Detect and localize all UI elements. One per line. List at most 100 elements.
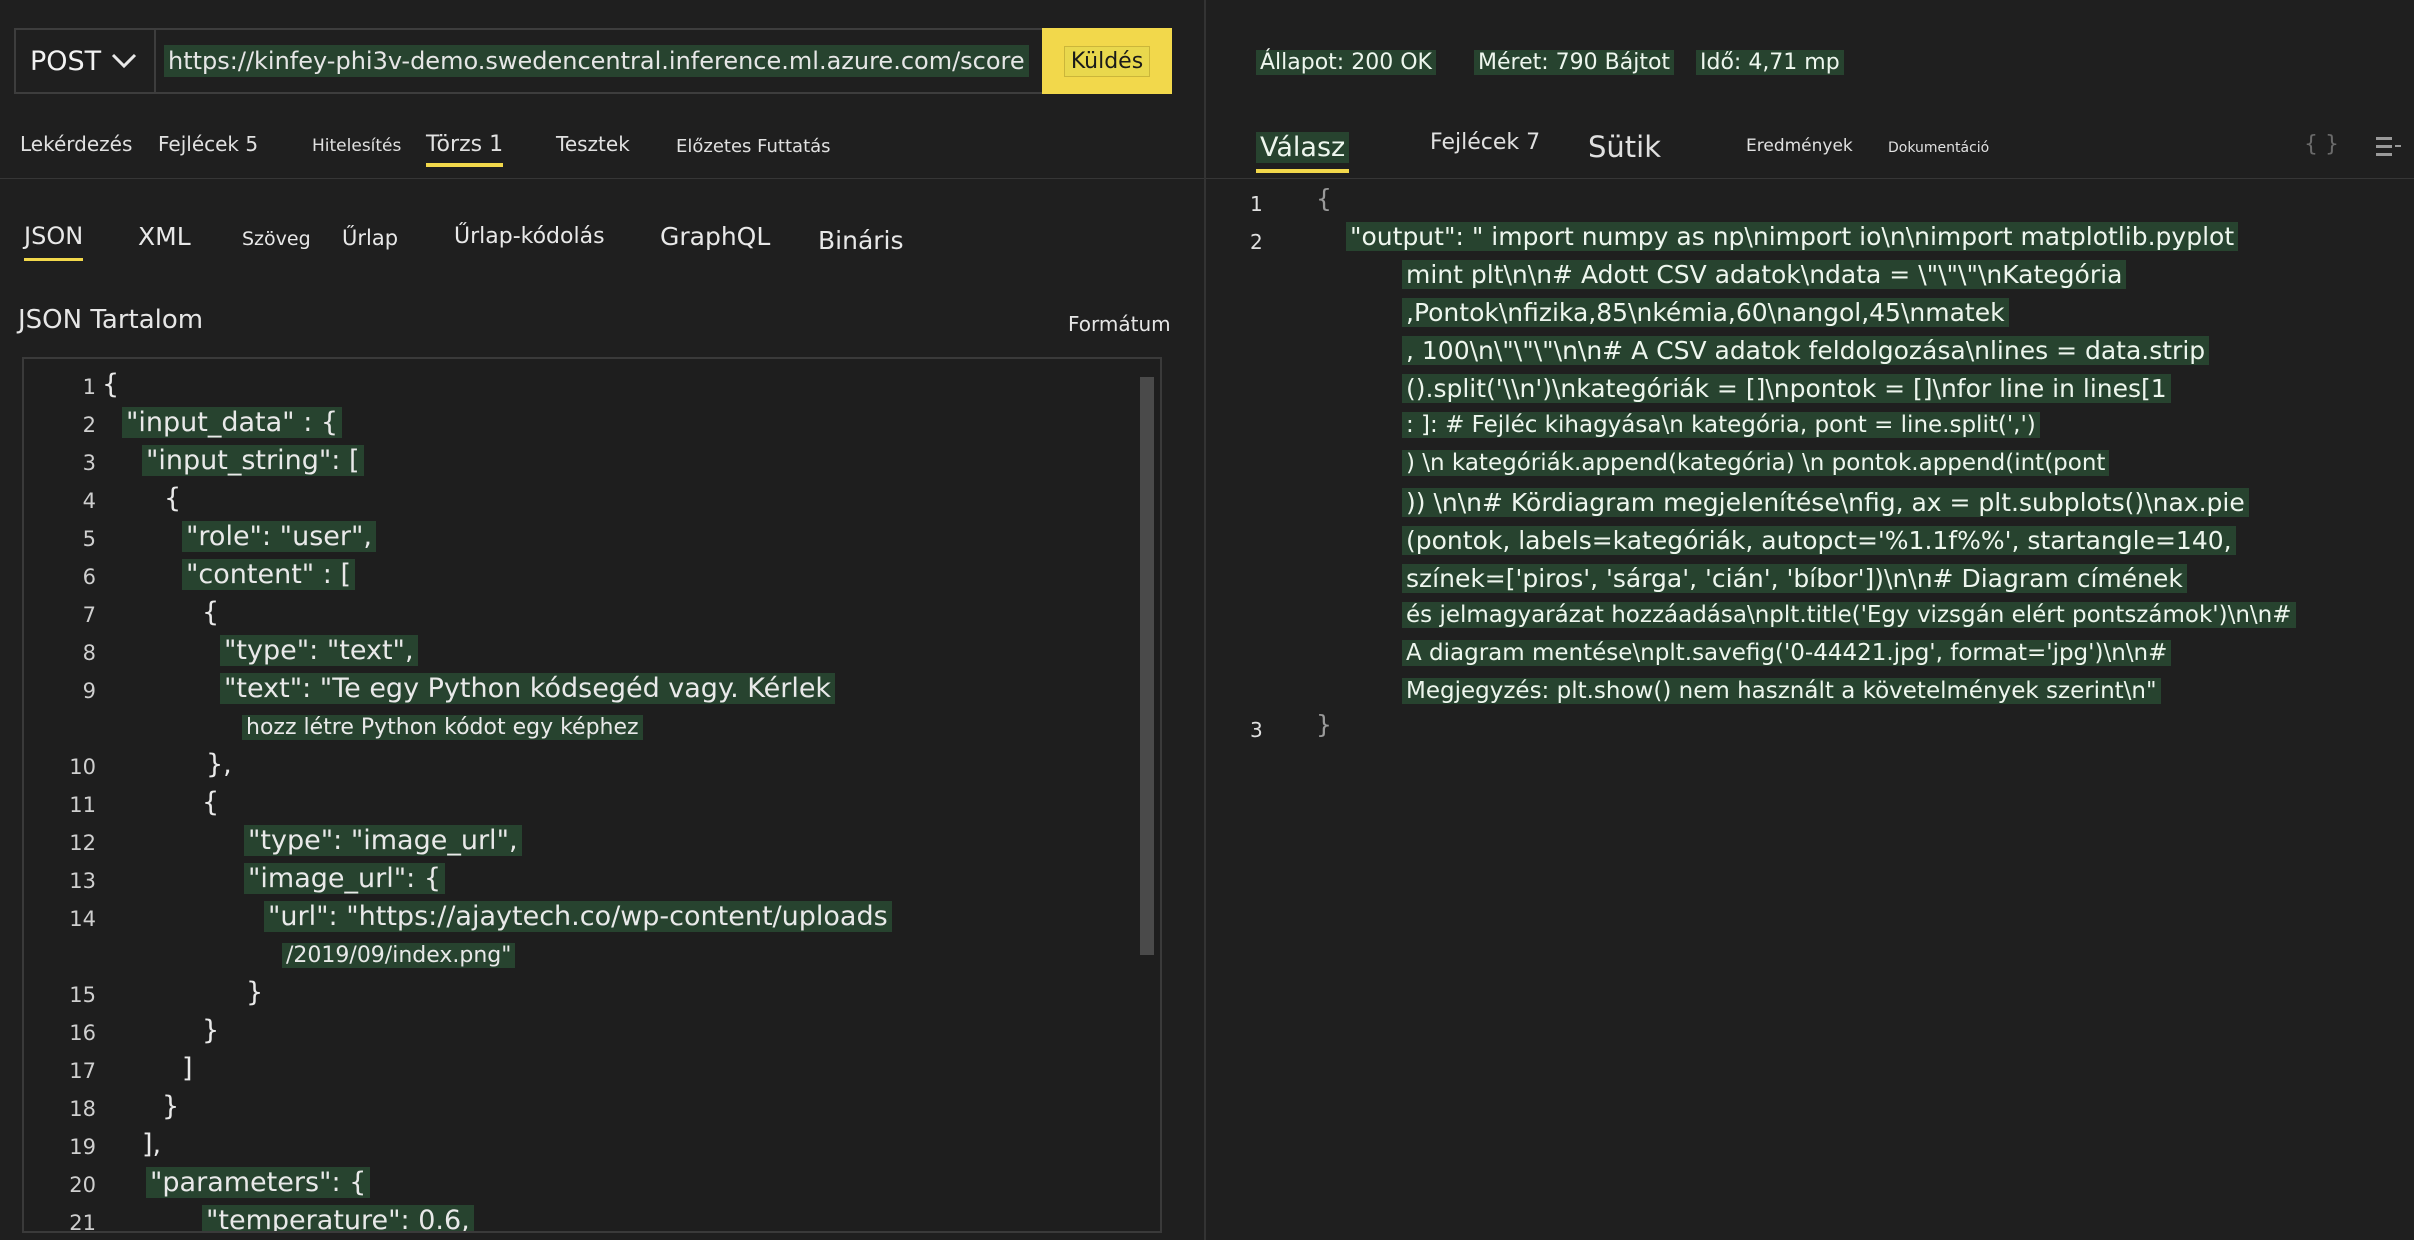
tab-response-headers[interactable]: Fejlécek 7 [1430,130,1540,155]
code-text: "image_url": { [244,863,446,894]
line-number: 21 [69,1211,96,1233]
url-text: https://kinfey-phi3v-demo.swedencentral.… [164,45,1029,77]
bodytype-text[interactable]: Szöveg [242,228,311,250]
tab-auth[interactable]: Hitelesítés [312,136,401,156]
code-line: 18} [24,1091,1144,1129]
code-line: 17] [24,1053,1144,1091]
request-body-editor[interactable]: 1{2 "input_data" : {3 "input_string": [4{5… [22,357,1162,1233]
code-text: "type": "image_url", [244,825,522,856]
tab-prerequest[interactable]: Előzetes Futtatás [676,136,831,157]
code-line: 5 "role": "user", [24,521,1144,559]
tab-response[interactable]: Válasz [1256,132,1350,173]
code-line: 1{ [24,369,1144,407]
code-line: 3 "input_string": [ [24,445,1144,483]
braces-icon[interactable]: { } [2304,132,2339,157]
code-line: 10}, [24,749,1144,787]
response-code-text: színek=['piros', 'sárga', 'cián', 'bíbor… [1402,564,2187,593]
code-line: 12 "type": "image_url", [24,825,1144,863]
response-code-text: } [1316,710,1332,739]
code-text: { [164,483,182,514]
method-label: POST [30,45,102,77]
status-text: Állapot: 200 OK [1256,50,1436,75]
line-number: 11 [69,793,96,817]
line-number: 8 [82,641,96,665]
line-number: 20 [69,1173,96,1197]
code-text: ], [142,1129,162,1160]
code-text: }, [206,749,232,780]
time-text: Idő: 4,71 mp [1696,50,1844,75]
line-number: 10 [69,755,96,779]
bodytype-form[interactable]: Űrlap [342,226,398,250]
code-text: "input_string": [ [142,445,364,476]
code-text: } [246,977,264,1008]
line-number: 13 [69,869,96,893]
code-line: /2019/09/index.png" [24,939,1144,977]
line-number: 3 [82,451,96,475]
line-number: 3 [1250,718,1263,742]
line-number: 2 [82,413,96,437]
bodytype-urlencoded[interactable]: Űrlap-kódolás [454,224,605,249]
code-text: { [102,369,120,400]
method-select[interactable]: POST [14,28,154,94]
line-number: 1 [1250,192,1263,216]
code-line: 21 "temperature": 0.6, [24,1205,1144,1233]
response-code-text: Megjegyzés: plt.show() nem használt a kö… [1402,678,2161,704]
code-text: "input_data" : { [122,407,343,438]
code-line: 6 "content" : [ [24,559,1144,597]
code-text: /2019/09/index.png" [282,943,516,968]
response-code-text: és jelmagyarázat hozzáadása\nplt.title('… [1402,602,2296,628]
code-line: 13 "image_url": { [24,863,1144,901]
tab-cookies[interactable]: Sütik [1588,130,1661,164]
bodytype-graphql[interactable]: GraphQL [660,222,770,251]
line-number: 16 [69,1021,96,1045]
tab-results[interactable]: Eredmények [1746,136,1853,156]
tab-headers[interactable]: Fejlécek 5 [158,132,258,156]
code-line: 20 "parameters": { [24,1167,1144,1205]
line-number: 9 [82,679,96,703]
response-code-text: ) \n kategóriák.append(kategória) \n pon… [1402,450,2110,476]
code-text: "temperature": 0.6, [202,1205,474,1231]
bodytype-json[interactable]: JSON [24,222,84,261]
line-number: 5 [82,527,96,551]
response-code-text: )) \n\n# Kördiagram megjelenítése\nfig, … [1402,488,2249,517]
send-button[interactable]: Küldés [1042,28,1172,94]
line-number: 6 [82,565,96,589]
line-number: 17 [69,1059,96,1083]
menu-icon[interactable] [2374,134,2402,164]
code-text: { [202,597,220,628]
tab-docs[interactable]: Dokumentáció [1888,140,1989,156]
line-number: 18 [69,1097,96,1121]
send-label: Küldés [1063,45,1151,77]
response-code-text: ,Pontok\nfizika,85\nkémia,60\nangol,45\n… [1402,298,2009,327]
response-code-text: , 100\n\"\"\"\n\n# A CSV adatok feldolgo… [1402,336,2210,365]
response-body-viewer[interactable]: 1 {2 "output": " import numpy as np\nimpor… [1206,182,2414,742]
code-text: "content" : [ [182,559,356,590]
line-number: 14 [69,907,96,931]
tab-tests[interactable]: Tesztek [556,132,630,156]
line-number: 15 [69,983,96,1007]
code-text: { [202,787,220,818]
code-text: "parameters": { [146,1167,371,1198]
line-number: 4 [82,489,96,513]
code-line: 11 { [24,787,1144,825]
tab-body[interactable]: Törzs 1 [426,132,504,167]
tab-query[interactable]: Lekérdezés [20,132,132,156]
tabs-divider [0,178,1204,179]
line-number: 1 [82,375,96,399]
line-number: 19 [69,1135,96,1159]
line-number: 7 [82,603,96,627]
format-button[interactable]: Formátum [1068,312,1171,336]
url-input[interactable]: https://kinfey-phi3v-demo.swedencentral.… [154,28,1044,94]
bodytype-xml[interactable]: XML [138,222,191,251]
code-text: "role": "user", [182,521,376,552]
code-text: "type": "text", [220,635,418,666]
code-text: "text": "Te egy Python kódsegéd vagy. Ké… [220,673,836,704]
bodytype-binary[interactable]: Bináris [818,226,904,255]
line-number: 12 [69,831,96,855]
response-code-text: (pontok, labels=kategóriák, autopct='%1.… [1402,526,2236,555]
code-line: 16} [24,1015,1144,1053]
code-line: hozz létre Python kódot egy képhez [24,711,1144,749]
json-content-label: JSON Tartalom [18,305,204,335]
code-line: 9 "text": "Te egy Python kódsegéd vagy. K… [24,673,1144,711]
response-tabs-divider [1206,178,2414,179]
